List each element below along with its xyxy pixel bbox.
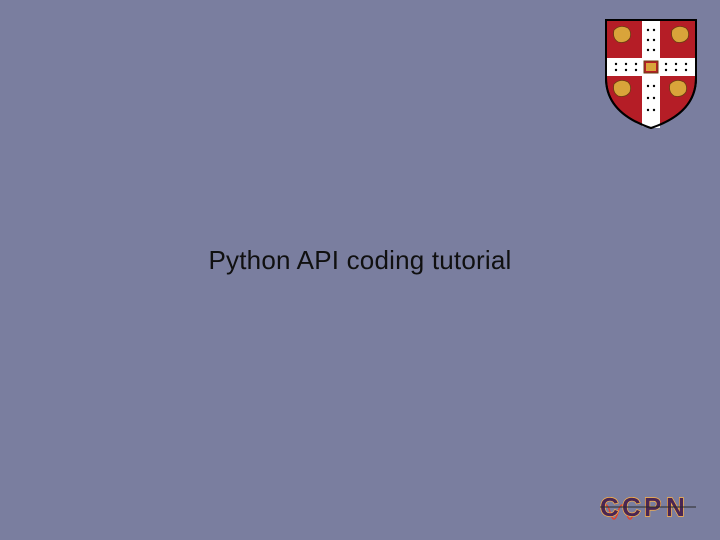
ccpn-logo-icon: C C P N bbox=[600, 490, 696, 524]
slide: Python API coding tutorial C C P N bbox=[0, 0, 720, 540]
university-crest-icon bbox=[604, 18, 698, 130]
slide-title: Python API coding tutorial bbox=[0, 245, 720, 276]
